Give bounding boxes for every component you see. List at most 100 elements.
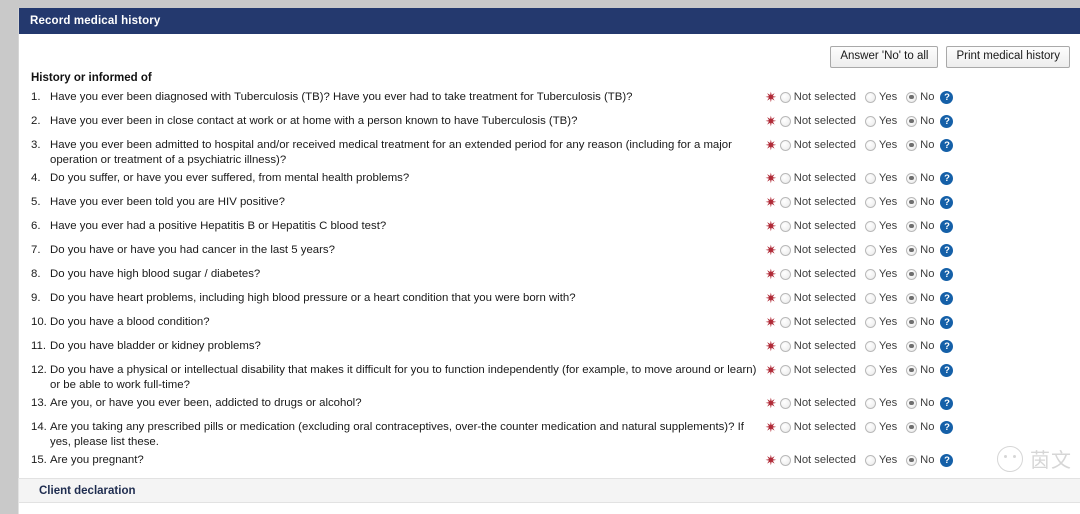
radio-not-selected-input[interactable] [779,139,791,151]
radio-not-selected-input[interactable] [779,397,791,409]
radio-not-selected[interactable]: Not selected [779,115,856,127]
help-question-mark-icon[interactable]: ? [940,138,954,152]
radio-no[interactable]: No [906,421,934,433]
radio-no[interactable]: No [906,244,934,256]
radio-yes-input[interactable] [864,292,876,304]
radio-not-selected-input[interactable] [779,244,791,256]
radio-no[interactable]: No [906,340,934,352]
radio-yes[interactable]: Yes [864,91,897,103]
radio-not-selected-input[interactable] [779,421,791,433]
radio-no-input[interactable] [906,421,918,433]
radio-yes[interactable]: Yes [864,421,897,433]
radio-yes-input[interactable] [864,268,876,280]
radio-yes[interactable]: Yes [864,244,897,256]
help-question-mark-icon[interactable]: ? [940,396,954,410]
radio-not-selected-input[interactable] [779,172,791,184]
radio-no[interactable]: No [906,115,934,127]
client-declaration-header[interactable]: Client declaration [19,479,1080,503]
radio-yes-input[interactable] [864,340,876,352]
radio-no[interactable]: No [906,220,934,232]
radio-no-input[interactable] [906,196,918,208]
radio-not-selected-input[interactable] [779,340,791,352]
radio-not-selected[interactable]: Not selected [779,91,856,103]
radio-yes-input[interactable] [864,139,876,151]
radio-not-selected[interactable]: Not selected [779,244,856,256]
radio-no-input[interactable] [906,139,918,151]
radio-no-input[interactable] [906,220,918,232]
radio-yes[interactable]: Yes [864,454,897,466]
radio-not-selected[interactable]: Not selected [779,268,856,280]
radio-yes[interactable]: Yes [864,172,897,184]
radio-yes[interactable]: Yes [864,364,897,376]
radio-yes-input[interactable] [864,397,876,409]
radio-not-selected-input[interactable] [779,115,791,127]
radio-yes-input[interactable] [864,91,876,103]
radio-no-input[interactable] [906,364,918,376]
help-question-mark-icon[interactable]: ? [940,363,954,377]
radio-yes[interactable]: Yes [864,115,897,127]
radio-not-selected[interactable]: Not selected [779,454,856,466]
radio-not-selected[interactable]: Not selected [779,397,856,409]
radio-yes[interactable]: Yes [864,268,897,280]
help-question-mark-icon[interactable]: ? [940,114,954,128]
radio-no[interactable]: No [906,196,934,208]
radio-no-input[interactable] [906,397,918,409]
radio-no[interactable]: No [906,454,934,466]
radio-no[interactable]: No [906,364,934,376]
radio-not-selected[interactable]: Not selected [779,172,856,184]
radio-no-input[interactable] [906,172,918,184]
radio-not-selected-input[interactable] [779,220,791,232]
print-medical-history-button[interactable]: Print medical history [946,46,1070,68]
radio-not-selected-input[interactable] [779,316,791,328]
radio-yes-input[interactable] [864,115,876,127]
radio-not-selected-input[interactable] [779,454,791,466]
answer-no-to-all-button[interactable]: Answer 'No' to all [830,46,939,68]
radio-yes[interactable]: Yes [864,292,897,304]
radio-yes-input[interactable] [864,172,876,184]
radio-yes-input[interactable] [864,316,876,328]
radio-no-input[interactable] [906,268,918,280]
help-question-mark-icon[interactable]: ? [940,291,954,305]
radio-no[interactable]: No [906,397,934,409]
radio-yes-input[interactable] [864,421,876,433]
radio-no-input[interactable] [906,91,918,103]
radio-no-input[interactable] [906,244,918,256]
help-question-mark-icon[interactable]: ? [940,453,954,467]
radio-not-selected-input[interactable] [779,196,791,208]
help-question-mark-icon[interactable]: ? [940,195,954,209]
radio-no[interactable]: No [906,316,934,328]
radio-yes[interactable]: Yes [864,340,897,352]
help-question-mark-icon[interactable]: ? [940,315,954,329]
help-question-mark-icon[interactable]: ? [940,219,954,233]
radio-not-selected[interactable]: Not selected [779,364,856,376]
radio-yes[interactable]: Yes [864,196,897,208]
radio-no-input[interactable] [906,115,918,127]
help-question-mark-icon[interactable]: ? [940,243,954,257]
radio-not-selected-input[interactable] [779,91,791,103]
help-question-mark-icon[interactable]: ? [940,90,954,104]
radio-not-selected[interactable]: Not selected [779,220,856,232]
radio-no-input[interactable] [906,340,918,352]
radio-no[interactable]: No [906,91,934,103]
help-question-mark-icon[interactable]: ? [940,420,954,434]
help-question-mark-icon[interactable]: ? [940,267,954,281]
radio-yes-input[interactable] [864,220,876,232]
radio-yes-input[interactable] [864,454,876,466]
radio-yes-input[interactable] [864,196,876,208]
radio-no-input[interactable] [906,292,918,304]
radio-not-selected-input[interactable] [779,292,791,304]
radio-yes[interactable]: Yes [864,316,897,328]
radio-not-selected[interactable]: Not selected [779,316,856,328]
radio-no[interactable]: No [906,139,934,151]
help-question-mark-icon[interactable]: ? [940,171,954,185]
radio-no-input[interactable] [906,454,918,466]
radio-no[interactable]: No [906,172,934,184]
radio-no[interactable]: No [906,292,934,304]
radio-yes[interactable]: Yes [864,139,897,151]
radio-yes-input[interactable] [864,244,876,256]
radio-not-selected-input[interactable] [779,364,791,376]
radio-not-selected[interactable]: Not selected [779,139,856,151]
radio-not-selected[interactable]: Not selected [779,421,856,433]
radio-no[interactable]: No [906,268,934,280]
radio-not-selected[interactable]: Not selected [779,292,856,304]
